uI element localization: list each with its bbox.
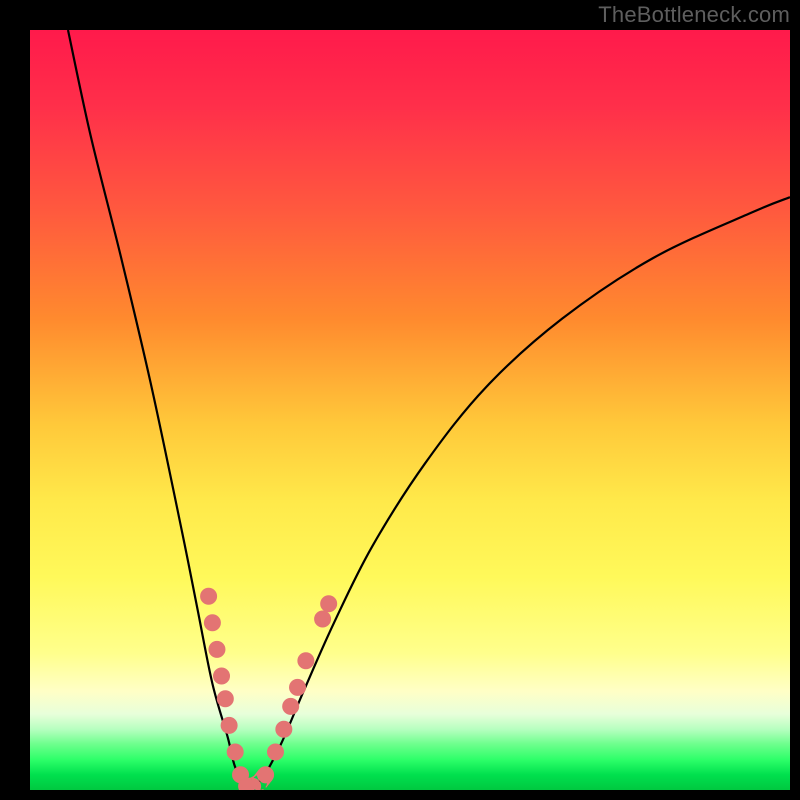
- marker-dot: [214, 668, 230, 684]
- marker-dot: [239, 778, 255, 790]
- marker-dot: [201, 588, 217, 604]
- marker-dot: [298, 653, 314, 669]
- bottleneck-curve: [68, 30, 790, 787]
- marker-dot: [221, 717, 237, 733]
- chart-frame: TheBottleneck.com: [0, 0, 800, 800]
- marker-dot: [276, 721, 292, 737]
- marker-dot: [315, 611, 331, 627]
- marker-dot: [217, 691, 233, 707]
- marker-dot: [283, 698, 299, 714]
- watermark-text: TheBottleneck.com: [598, 2, 790, 28]
- marker-dot: [227, 744, 243, 760]
- marker-group: [201, 588, 337, 790]
- marker-dot: [267, 744, 283, 760]
- marker-dot: [290, 679, 306, 695]
- marker-dot: [204, 615, 220, 631]
- marker-dot: [321, 596, 337, 612]
- marker-dot: [258, 767, 274, 783]
- marker-dot: [209, 641, 225, 657]
- plot-area: [30, 30, 790, 790]
- chart-overlay: [30, 30, 790, 790]
